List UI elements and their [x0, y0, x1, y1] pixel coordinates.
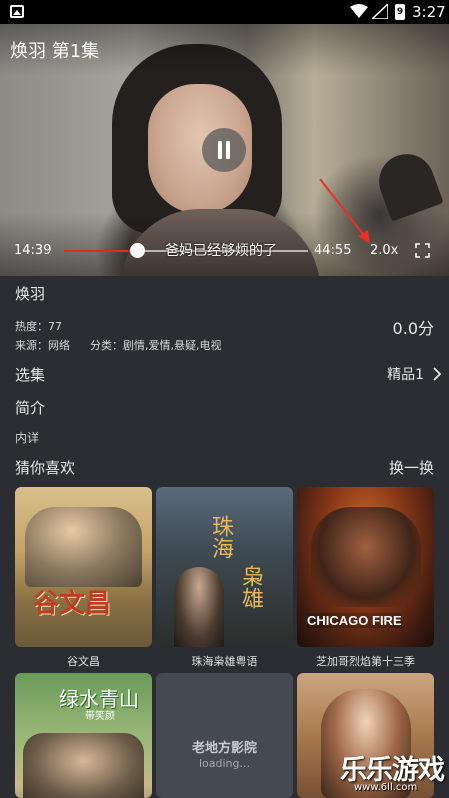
battery-icon: 9	[395, 4, 405, 20]
refresh-button[interactable]: 换一换	[389, 457, 434, 478]
wifi-icon	[350, 4, 368, 18]
poster-figure	[174, 567, 224, 647]
annotation-arrow-icon	[319, 178, 370, 244]
poster-figures	[311, 507, 421, 607]
recommend-card[interactable]: 谷文昌 谷文昌	[15, 487, 152, 671]
chevron-right-icon[interactable]	[432, 367, 442, 381]
poster-title-art: CHICAGO FIRE	[307, 613, 402, 628]
poster-title-art: 谷文昌	[33, 589, 112, 619]
source-text: 来源：网络	[15, 339, 70, 352]
status-bar: 9 3:27	[0, 0, 449, 24]
score-text: 0.0分	[392, 319, 434, 338]
poster-image[interactable]: 珠海 枭雄	[156, 487, 293, 647]
category-text: 分类：剧情,爱情,悬疑,电视	[90, 339, 222, 352]
recommend-label: 猜你喜欢	[15, 459, 76, 477]
recommend-card[interactable]: 绿水青山 带笑颜	[15, 673, 152, 798]
poster-figures	[25, 507, 142, 587]
episodes-label: 选集	[15, 366, 46, 384]
placeholder-name: 老地方影院	[191, 741, 257, 756]
poster-image[interactable]: 绿水青山 带笑颜	[15, 673, 152, 798]
placeholder-loading: loading...	[198, 757, 250, 770]
fullscreen-icon[interactable]	[415, 243, 430, 258]
watermark-url: www.6ll.com	[354, 782, 418, 793]
episodes-selector[interactable]: 选集 精品1	[15, 364, 442, 384]
image-notification-icon	[10, 5, 24, 18]
recommend-card[interactable]: CHICAGO FIRE 芝加哥烈焰第十三季	[297, 487, 434, 671]
subtitle-text: 爸妈已经够烦的了	[165, 243, 277, 259]
intro-text: 内详	[15, 431, 40, 445]
signal-icon	[372, 4, 388, 19]
intro-label: 简介	[15, 399, 46, 417]
current-time: 14:39	[14, 243, 52, 258]
video-player[interactable]: 焕羽 第1集 14:39 爸妈已经够烦的了 44:55 2.0x	[0, 24, 449, 276]
video-title: 焕羽 第1集	[10, 41, 100, 62]
poster-title-art: 珠海	[208, 515, 233, 559]
heat-text: 热度：77	[15, 320, 62, 333]
recommend-card[interactable]: 珠海 枭雄 珠海枭雄粤语	[156, 487, 293, 671]
poster-placeholder[interactable]: 老地方影院 loading...	[156, 673, 293, 798]
progress-fill	[64, 250, 138, 252]
show-title: 焕羽	[15, 285, 46, 303]
pause-button[interactable]	[202, 128, 246, 172]
poster-figures	[23, 733, 144, 798]
card-title[interactable]: 谷文昌	[15, 653, 152, 669]
episodes-value[interactable]: 精品1	[387, 364, 424, 384]
poster-title-art: 枭雄	[238, 565, 263, 609]
recommend-card[interactable]: 老地方影院 loading...	[156, 673, 293, 798]
card-title[interactable]: 芝加哥烈焰第十三季	[297, 653, 434, 669]
card-title[interactable]: 珠海枭雄粤语	[156, 653, 293, 669]
poster-subtitle-art: 带笑颜	[85, 711, 115, 722]
watermark-logo: 乐乐游戏 www.6ll.com	[338, 748, 449, 798]
poster-image[interactable]: 谷文昌	[15, 487, 152, 647]
poster-image[interactable]: CHICAGO FIRE	[297, 487, 434, 647]
status-time: 3:27	[412, 3, 446, 21]
